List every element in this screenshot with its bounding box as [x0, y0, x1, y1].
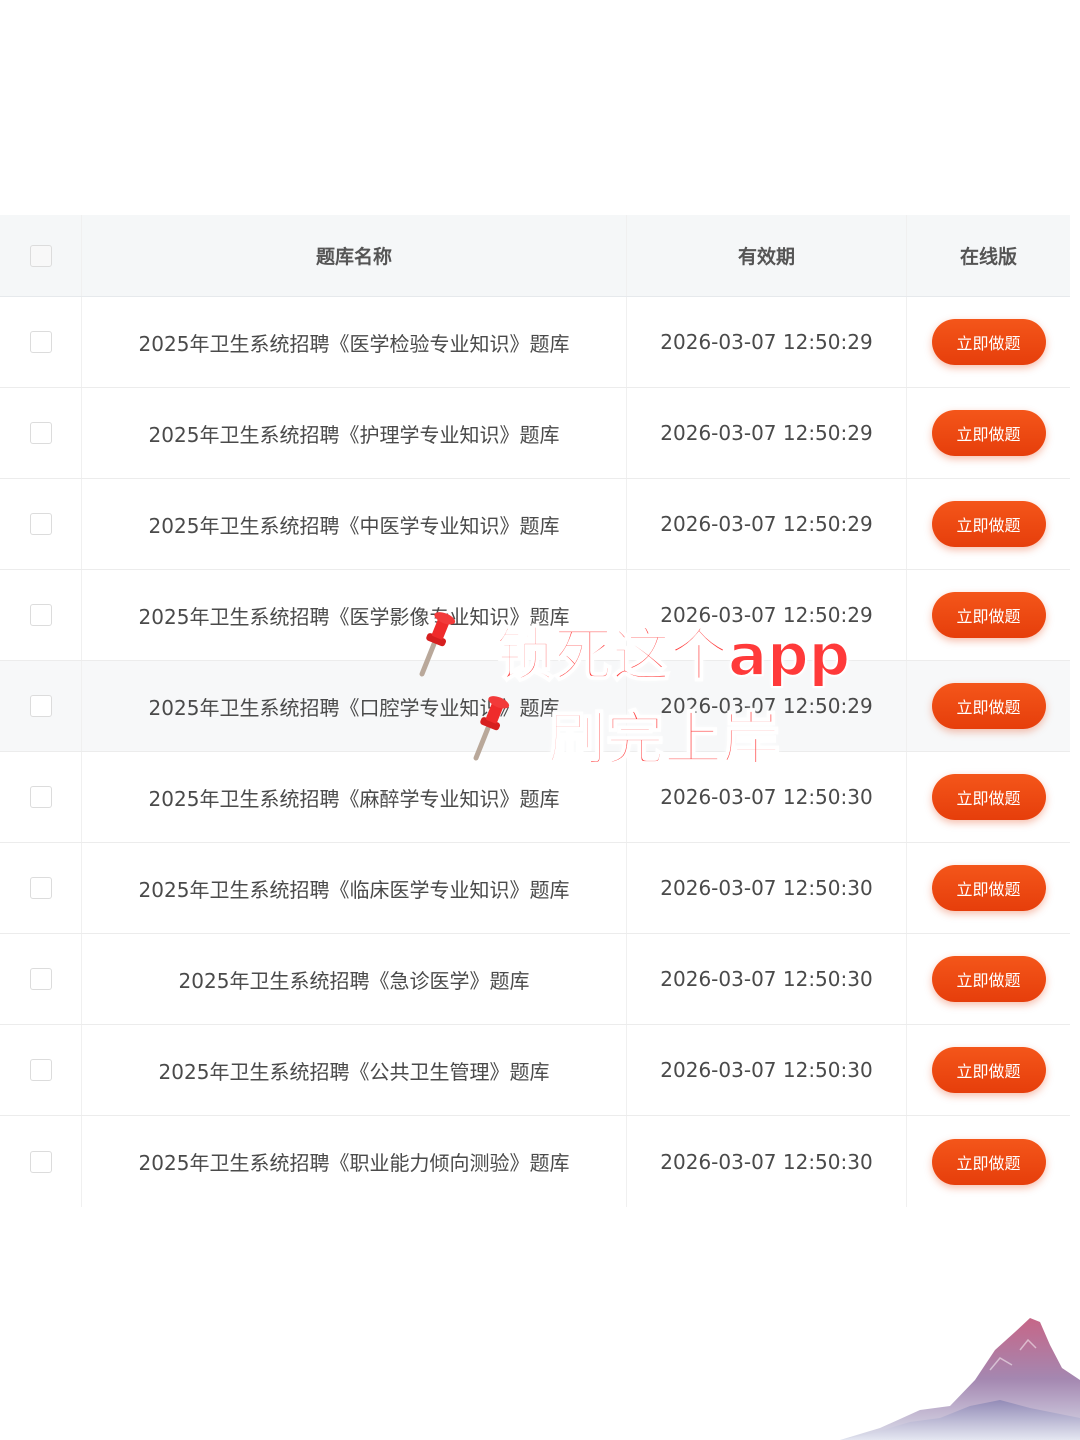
- pushpin-icon: [419, 612, 456, 677]
- bank-name: 2025年卫生系统招聘《麻醉学专业知识》题库: [148, 786, 560, 811]
- mountain-decoration: [840, 1318, 1080, 1440]
- start-practice-button[interactable]: 立即做题: [931, 956, 1046, 1002]
- bank-name: 2025年卫生系统招聘《急诊医学》题库: [178, 968, 530, 993]
- bank-name: 2025年卫生系统招聘《临床医学专业知识》题库: [138, 877, 570, 902]
- validity-date: 2026-03-07 12:50:30: [660, 876, 873, 900]
- select-all-checkbox[interactable]: [29, 244, 52, 267]
- select-all-cell: [0, 215, 82, 296]
- validity-date: 2026-03-07 12:50:30: [660, 967, 873, 991]
- start-practice-button[interactable]: 立即做题: [931, 865, 1046, 911]
- start-practice-button[interactable]: 立即做题: [931, 501, 1046, 547]
- row-checkbox[interactable]: [29, 513, 52, 535]
- table-row: 2025年卫生系统招聘《医学检验专业知识》题库 2026-03-07 12:50…: [0, 297, 1070, 388]
- validity-date: 2026-03-07 12:50:29: [660, 421, 873, 445]
- row-checkbox[interactable]: [29, 786, 52, 808]
- header-name: 题库名称: [82, 215, 627, 296]
- row-checkbox[interactable]: [29, 877, 52, 899]
- row-checkbox[interactable]: [29, 331, 52, 353]
- table-row: 2025年卫生系统招聘《公共卫生管理》题库 2026-03-07 12:50:3…: [0, 1025, 1070, 1116]
- table-row: 2025年卫生系统招聘《急诊医学》题库 2026-03-07 12:50:30 …: [0, 934, 1070, 1025]
- validity-date: 2026-03-07 12:50:29: [660, 512, 873, 536]
- row-checkbox[interactable]: [29, 604, 52, 626]
- overlay-subheadline: 刷完上岸: [547, 704, 781, 774]
- start-practice-button[interactable]: 立即做题: [931, 1138, 1046, 1185]
- start-practice-button[interactable]: 立即做题: [931, 1047, 1046, 1093]
- pushpin-icon: [473, 696, 510, 761]
- row-checkbox[interactable]: [29, 968, 52, 990]
- header-validity: 有效期: [627, 215, 907, 296]
- table-row: 2025年卫生系统招聘《职业能力倾向测验》题库 2026-03-07 12:50…: [0, 1116, 1070, 1207]
- table-header: 题库名称 有效期 在线版: [0, 215, 1070, 297]
- row-checkbox[interactable]: [29, 422, 52, 444]
- start-practice-button[interactable]: 立即做题: [931, 683, 1046, 729]
- header-online: 在线版: [959, 246, 1017, 268]
- question-bank-table: 题库名称 有效期 在线版 2025年卫生系统招聘《医学检验专业知识》题库 202…: [0, 215, 1070, 1207]
- table-row: 2025年卫生系统招聘《中医学专业知识》题库 2026-03-07 12:50:…: [0, 479, 1070, 570]
- validity-date: 2026-03-07 12:50:30: [660, 1149, 873, 1174]
- row-checkbox[interactable]: [29, 1059, 52, 1081]
- validity-date: 2026-03-07 12:50:30: [660, 1058, 873, 1082]
- table-row: 2025年卫生系统招聘《临床医学专业知识》题库 2026-03-07 12:50…: [0, 843, 1070, 934]
- start-practice-button[interactable]: 立即做题: [931, 592, 1046, 638]
- row-checkbox[interactable]: [29, 695, 52, 717]
- bank-name: 2025年卫生系统招聘《公共卫生管理》题库: [158, 1059, 550, 1084]
- overlay-headline: 锁死这个app: [495, 620, 851, 690]
- validity-date: 2026-03-07 12:50:30: [660, 785, 873, 809]
- table-row: 2025年卫生系统招聘《护理学专业知识》题库 2026-03-07 12:50:…: [0, 388, 1070, 479]
- table-row: 2025年卫生系统招聘《麻醉学专业知识》题库 2026-03-07 12:50:…: [0, 752, 1070, 843]
- row-checkbox[interactable]: [29, 1150, 52, 1173]
- start-practice-button[interactable]: 立即做题: [931, 774, 1046, 820]
- bank-name: 2025年卫生系统招聘《中医学专业知识》题库: [148, 513, 560, 538]
- bank-name: 2025年卫生系统招聘《医学检验专业知识》题库: [138, 331, 570, 356]
- start-practice-button[interactable]: 立即做题: [931, 319, 1046, 365]
- validity-date: 2026-03-07 12:50:29: [660, 330, 873, 354]
- bank-name: 2025年卫生系统招聘《职业能力倾向测验》题库: [138, 1151, 570, 1175]
- start-practice-button[interactable]: 立即做题: [931, 410, 1046, 456]
- bank-name: 2025年卫生系统招聘《护理学专业知识》题库: [148, 422, 560, 447]
